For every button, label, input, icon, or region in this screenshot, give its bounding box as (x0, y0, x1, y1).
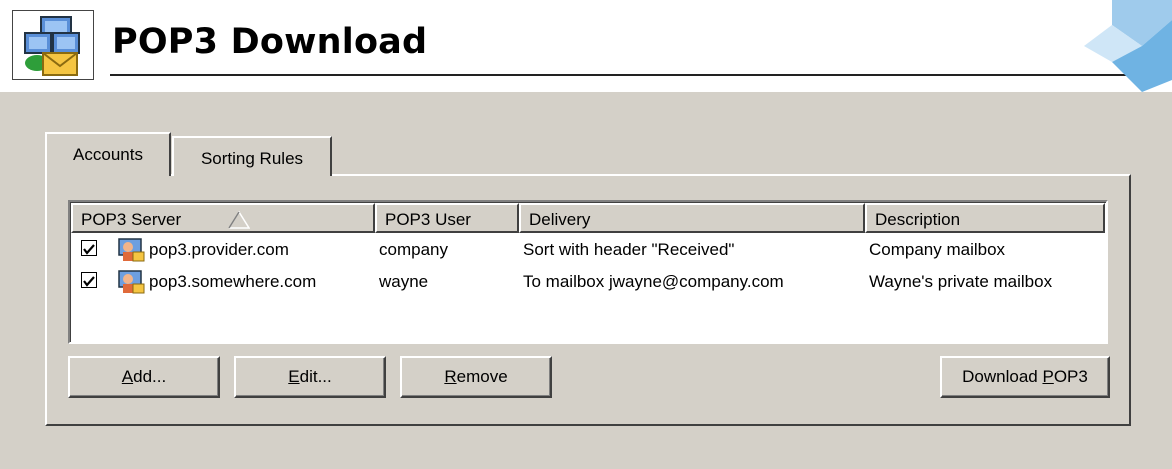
remove-button-mnemonic: R (444, 367, 457, 386)
pop3-computers-mail-icon (12, 10, 94, 80)
accounts-list[interactable]: POP3 Server POP3 User Delivery Descripti… (68, 200, 1108, 344)
column-header-pop3-user-label: POP3 User (385, 210, 471, 229)
cell-description: Wayne's private mailbox (869, 272, 1053, 291)
row-checkbox[interactable] (81, 240, 97, 256)
column-header-description-label: Description (875, 210, 961, 229)
download-pop3-button[interactable]: Download POP3 (940, 356, 1110, 398)
table-row[interactable]: pop3.provider.com company Sort with head… (71, 235, 1101, 265)
mail-account-icon (118, 270, 145, 294)
download-pop3-button-mnemonic: P (1042, 367, 1054, 386)
edit-button[interactable]: Edit... (234, 356, 386, 398)
dialog-body: Accounts Sorting Rules POP3 Server POP3 … (0, 92, 1172, 469)
cell-server: pop3.provider.com (149, 240, 289, 259)
add-button-label: dd... (133, 367, 167, 386)
download-pop3-button-label: OP3 (1053, 367, 1088, 386)
cell-description: Company mailbox (869, 240, 1006, 259)
column-header-description[interactable]: Description (865, 203, 1105, 233)
add-button[interactable]: Add... (68, 356, 220, 398)
column-header-delivery-label: Delivery (529, 210, 591, 229)
cell-server: pop3.somewhere.com (149, 272, 317, 291)
edit-button-label: dit... (299, 367, 332, 386)
table-row[interactable]: pop3.somewhere.com wayne To mailbox jway… (71, 267, 1101, 297)
header-bar: POP3 Download (0, 0, 1172, 92)
cell-delivery: Sort with header "Received" (523, 240, 735, 259)
download-pop3-button-prefix: Download (962, 367, 1043, 386)
edit-button-mnemonic: E (288, 367, 300, 386)
column-header-pop3-server[interactable]: POP3 Server (71, 203, 375, 233)
sort-ascending-icon (228, 211, 250, 229)
checkmark-icon (83, 276, 95, 287)
cell-delivery: To mailbox jwayne@company.com (523, 272, 784, 291)
remove-button-label: emove (456, 367, 508, 386)
cell-user: wayne (379, 272, 429, 291)
checkmark-icon (83, 244, 95, 255)
remove-button[interactable]: Remove (400, 356, 552, 398)
row-checkbox[interactable] (81, 272, 97, 288)
column-header-pop3-server-label: POP3 Server (81, 210, 182, 229)
add-button-mnemonic: A (121, 367, 134, 386)
corner-logo-icon (1084, 0, 1172, 92)
column-header-delivery[interactable]: Delivery (519, 203, 865, 233)
tab-accounts-label: Accounts (73, 145, 143, 164)
column-header-pop3-user[interactable]: POP3 User (375, 203, 519, 233)
header-divider (110, 74, 1143, 76)
tab-sorting-rules[interactable]: Sorting Rules (172, 136, 332, 176)
page-title: POP3 Download (112, 22, 428, 62)
tab-accounts[interactable]: Accounts (45, 132, 171, 176)
cell-user: company (379, 240, 448, 259)
tab-sorting-rules-label: Sorting Rules (200, 149, 304, 168)
mail-account-icon (118, 238, 145, 262)
